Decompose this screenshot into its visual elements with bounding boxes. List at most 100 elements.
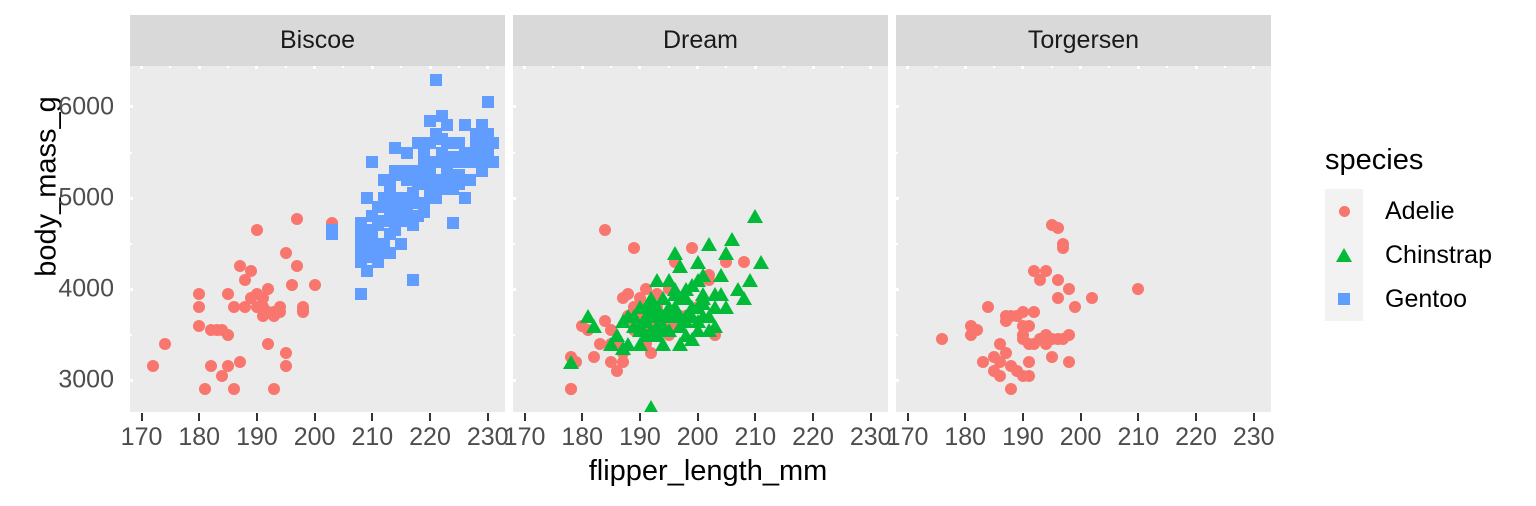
x-tick-mark [198, 413, 201, 421]
gridline-minor-vertical [1223, 66, 1226, 68]
data-point-adelie [222, 287, 235, 300]
x-tick-label: 220 [792, 423, 834, 451]
data-point-adelie [622, 287, 635, 300]
x-tick-mark [313, 413, 316, 421]
data-point-adelie [1051, 273, 1064, 286]
y-tick-label: 6000 [58, 92, 114, 121]
data-point-adelie [737, 255, 750, 268]
gridline-major-vertical [370, 66, 374, 69]
data-point-chinstrap [655, 309, 671, 324]
x-tick-mark [255, 413, 258, 421]
gridline-minor-vertical [610, 66, 613, 68]
legend-item-gentoo[interactable]: Gentoo [1325, 277, 1492, 321]
data-point-gentoo [360, 192, 373, 205]
data-point-adelie [308, 278, 321, 291]
data-point-chinstrap [695, 295, 712, 310]
data-point-adelie [1051, 292, 1064, 305]
legend-title: species [1325, 144, 1424, 176]
data-point-gentoo [400, 214, 413, 227]
legend-item-label: Adelie [1385, 196, 1455, 225]
data-point-adelie [250, 223, 263, 236]
gridline-minor-vertical [552, 66, 555, 68]
data-point-gentoo [447, 217, 460, 230]
x-tick-mark [523, 413, 526, 421]
data-point-adelie [587, 351, 600, 364]
data-point-adelie [285, 278, 298, 291]
x-tick-mark [429, 413, 431, 421]
gridline-major-vertical [753, 66, 757, 69]
x-tick-mark [812, 413, 814, 421]
data-point-chinstrap [689, 313, 706, 328]
gridline-major-vertical [1021, 66, 1025, 69]
legend-item-chinstrap[interactable]: Chinstrap [1325, 233, 1492, 277]
gridline-major-vertical [1079, 66, 1083, 69]
data-point-adelie [1022, 319, 1035, 332]
data-point-chinstrap [689, 254, 706, 269]
data-point-gentoo [412, 137, 425, 150]
data-point-adelie [564, 383, 577, 396]
data-point-adelie [222, 360, 235, 373]
facet-panel-torgersen: Torgersen [896, 15, 1271, 412]
x-tick-label: 220 [409, 423, 451, 451]
gridline-minor-vertical [935, 66, 938, 68]
gridline-major-horizontal [896, 196, 899, 200]
data-point-gentoo [458, 119, 471, 132]
gridline-minor-vertical [169, 66, 172, 68]
x-axis-title: flipper_length_mm [588, 455, 828, 487]
data-point-adelie [1022, 355, 1035, 368]
data-point-adelie [262, 337, 275, 350]
data-point-chinstrap [741, 272, 758, 287]
x-tick-label: 180 [561, 423, 604, 451]
legend-key-swatch [1325, 277, 1363, 321]
data-point-gentoo [395, 237, 408, 250]
legend-key-swatch [1325, 233, 1363, 277]
data-point-adelie [1057, 242, 1070, 255]
gridline-minor-horizontal [513, 151, 515, 154]
data-point-adelie [199, 383, 211, 396]
gridline-major-horizontal [896, 287, 899, 291]
facet-strip-label: Biscoe [279, 26, 356, 54]
legend-item-adelie[interactable]: Adelie [1325, 189, 1492, 233]
data-point-adelie [970, 324, 983, 337]
gridline-major-vertical [963, 66, 967, 69]
data-point-adelie [628, 242, 641, 255]
facet-panel-biscoe: Biscoe [130, 15, 505, 412]
data-point-gentoo [325, 228, 338, 241]
gridline-major-vertical [523, 66, 527, 69]
gridline-minor-vertical [1166, 66, 1169, 68]
gridline-major-horizontal [513, 196, 516, 200]
gridline-major-horizontal [896, 378, 899, 382]
x-tick-mark [1252, 413, 1255, 421]
data-point-chinstrap [735, 291, 752, 306]
facet-panel-dream: Dream [513, 15, 888, 412]
data-point-gentoo [406, 187, 419, 200]
data-point-gentoo [389, 214, 402, 227]
data-point-gentoo [458, 192, 471, 205]
gridline-minor-vertical [342, 66, 345, 68]
data-point-adelie [1022, 369, 1035, 382]
data-point-adelie [245, 264, 258, 277]
x-tick-mark [906, 413, 909, 421]
gridline-major-vertical [906, 66, 910, 69]
x-tick-mark [371, 413, 374, 421]
facet-strip: Biscoe [130, 15, 505, 66]
panel-background [896, 66, 1271, 412]
gridline-minor-vertical [227, 66, 230, 68]
data-point-adelie [193, 301, 206, 314]
circle-marker-icon [1338, 205, 1350, 217]
legend: species Adelie Chinstrap Gentoo [1325, 146, 1492, 321]
x-tick-label: 210 [351, 423, 394, 451]
gridline-major-vertical [638, 66, 642, 69]
data-point-gentoo [464, 173, 477, 186]
facet-strip: Dream [513, 15, 888, 66]
facet-strip: Torgersen [896, 15, 1271, 66]
gridline-major-horizontal [130, 378, 133, 382]
x-tick-label: 190 [236, 423, 278, 451]
data-point-adelie [599, 223, 612, 236]
x-tick-label: 190 [619, 423, 661, 451]
data-point-chinstrap [747, 209, 764, 224]
gridline-major-vertical [255, 66, 259, 69]
y-tick-label: 3000 [58, 365, 114, 394]
x-tick-mark [754, 413, 757, 421]
data-point-adelie [204, 360, 217, 373]
